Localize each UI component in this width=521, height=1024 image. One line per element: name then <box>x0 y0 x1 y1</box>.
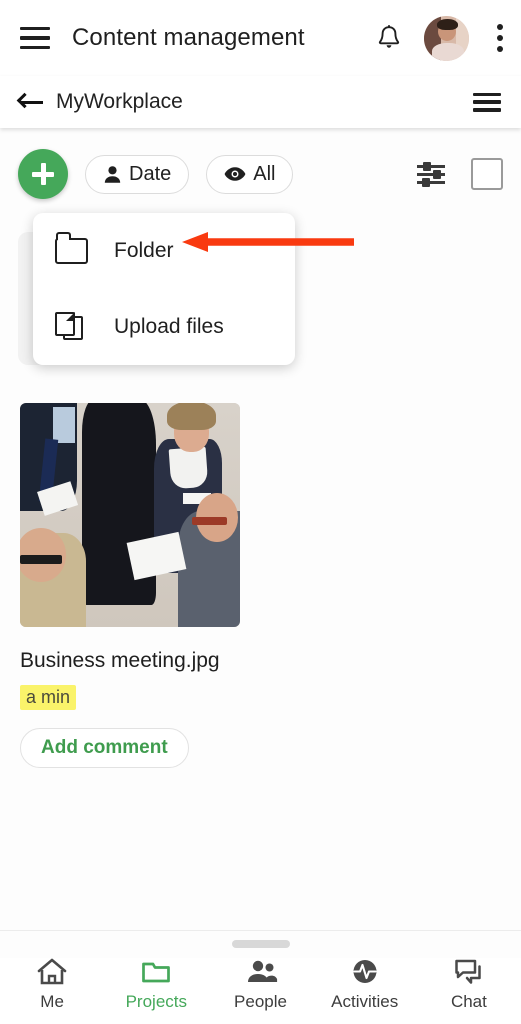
home-glyph <box>37 958 67 985</box>
filter-chip-all[interactable]: All <box>206 154 294 194</box>
bell-glyph <box>378 25 400 48</box>
toolbar-right-actions <box>417 158 503 190</box>
folder-glyph <box>142 962 171 983</box>
nav-item-projects[interactable]: Projects <box>104 958 208 1012</box>
sliders-filter-icon[interactable] <box>417 161 445 187</box>
file-item: Business meeting.jpg a min Add comment <box>20 403 500 768</box>
app-header: Content management <box>0 0 521 76</box>
page-title: Content management <box>72 24 305 51</box>
photo-man-bottom-left-glasses <box>20 555 62 565</box>
kebab-dot <box>497 24 503 30</box>
menu-item-upload-files-label: Upload files <box>114 315 224 338</box>
breadcrumb-bar: MyWorkplace <box>0 76 521 128</box>
people-glyph <box>247 960 277 982</box>
activity-pulse-icon <box>350 958 380 985</box>
nav-item-me[interactable]: Me <box>0 958 104 1012</box>
menu-bar <box>473 108 501 112</box>
arrow-head <box>16 92 33 109</box>
menu-bar <box>473 92 501 96</box>
photo-woman-collar <box>168 446 209 490</box>
plus-vertical <box>40 163 46 185</box>
kebab-dot <box>497 35 503 41</box>
person-icon <box>104 165 121 183</box>
avatar-body <box>432 42 465 61</box>
plus-icon <box>32 163 54 185</box>
photo-shirt <box>53 407 75 444</box>
home-icon <box>37 958 67 985</box>
filter-chip-all-label: All <box>253 162 276 185</box>
file-front <box>55 312 75 336</box>
user-avatar[interactable] <box>424 15 469 61</box>
nav-item-people[interactable]: People <box>208 958 312 1012</box>
checkbox-unchecked-icon[interactable] <box>471 158 503 190</box>
nav-item-activities-label: Activities <box>331 992 399 1011</box>
chat-glyph <box>455 959 481 984</box>
nav-item-me-label: Me <box>40 992 64 1011</box>
slider-knob <box>423 161 431 171</box>
file-timestamp: a min <box>20 685 77 710</box>
eye-icon <box>224 167 246 181</box>
folder-icon <box>141 958 171 985</box>
hamburger-bar <box>20 45 50 49</box>
header-actions <box>376 15 521 61</box>
notification-bell-icon[interactable] <box>376 24 402 52</box>
avatar-hair <box>437 19 458 30</box>
content-toolbar: Date All <box>0 128 521 220</box>
hamburger-bar <box>20 36 50 40</box>
menu-item-folder[interactable]: Folder <box>33 213 295 289</box>
list-menu-icon[interactable] <box>473 92 501 112</box>
slider-knob <box>433 169 441 179</box>
photo-man-right-glasses <box>191 517 227 526</box>
bottom-navigation: Me Projects People Activities Chat <box>0 958 521 1024</box>
create-dropdown-menu: Folder Upload files <box>33 213 295 365</box>
add-button[interactable] <box>18 149 68 199</box>
files-stack-icon <box>55 312 89 342</box>
nav-item-chat-label: Chat <box>450 992 487 1011</box>
filter-chip-date-label: Date <box>129 162 172 185</box>
photo-woman-hair <box>167 403 216 430</box>
breadcrumb[interactable]: MyWorkplace <box>56 90 183 114</box>
nav-item-activities[interactable]: Activities <box>313 958 417 1012</box>
kebab-dot <box>497 46 503 52</box>
app-root: Content management MyWorkplace Date All … <box>0 0 521 1024</box>
file-name[interactable]: Business meeting.jpg <box>20 649 500 673</box>
folder-icon <box>55 232 89 266</box>
people-icon <box>246 958 277 985</box>
nav-item-people-label: People <box>234 992 287 1011</box>
bottom-divider <box>0 930 521 931</box>
hamburger-bar <box>20 27 50 31</box>
slider-track <box>417 165 445 168</box>
menu-item-folder-label: Folder <box>114 239 174 262</box>
hamburger-icon[interactable] <box>20 27 50 49</box>
slider-knob <box>422 177 430 187</box>
business-meeting-photo[interactable] <box>20 403 240 627</box>
nav-item-chat[interactable]: Chat <box>417 958 521 1012</box>
chat-bubbles-icon <box>454 958 484 985</box>
kebab-menu-icon[interactable] <box>491 22 503 54</box>
back-arrow-icon[interactable] <box>16 92 44 112</box>
menu-bar <box>473 100 501 104</box>
folder-tab <box>56 232 71 240</box>
activity-glyph <box>353 960 377 983</box>
nav-item-projects-label: Projects <box>125 992 188 1011</box>
menu-item-upload-files[interactable]: Upload files <box>33 289 295 365</box>
folder-body <box>55 238 88 264</box>
filter-chip-date[interactable]: Date <box>85 154 190 194</box>
drag-handle[interactable] <box>232 940 290 948</box>
add-comment-button[interactable]: Add comment <box>20 728 189 768</box>
